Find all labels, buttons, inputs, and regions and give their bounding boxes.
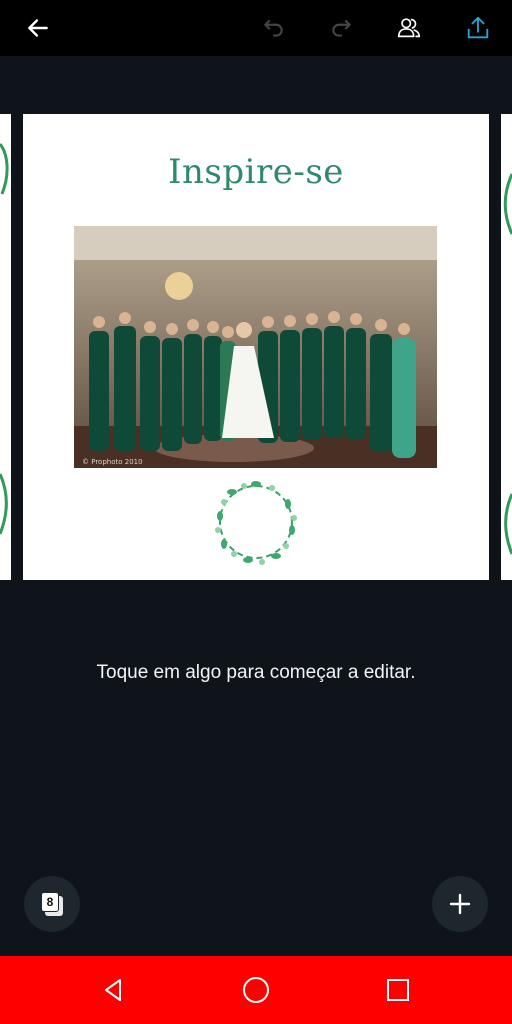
edit-hint-text: Toque em algo para começar a editar. [96,662,416,683]
design-title[interactable]: Inspire-se [23,152,489,192]
system-navigation-bar [0,956,512,1024]
back-button[interactable] [18,8,58,48]
people-icon [397,18,421,38]
square-recents-icon [387,979,409,1001]
circle-home-icon [243,977,269,1003]
floral-wreath-icon[interactable] [208,474,304,570]
leaf-decoration-icon [0,143,9,535]
redo-button[interactable] [322,8,362,48]
redo-icon [332,19,352,37]
design-page[interactable]: Inspire-se © Prophoto 2010 [23,114,489,580]
top-toolbar [0,0,512,56]
photo-watermark: © Prophoto 2010 [82,458,143,466]
plus-icon [449,893,471,915]
next-page-preview[interactable] [501,114,512,580]
pages-button[interactable]: 8 [24,876,80,932]
add-button[interactable] [432,876,488,932]
undo-button[interactable] [253,8,293,48]
system-recents-button[interactable] [378,970,418,1010]
system-home-button[interactable] [236,970,276,1010]
arrow-left-icon [28,19,48,37]
bridesmaids-photo[interactable]: © Prophoto 2010 [74,226,437,468]
triangle-back-icon [105,979,121,1001]
pages-icon: 8 [41,892,63,916]
collaborate-button[interactable] [389,8,429,48]
share-button[interactable] [458,8,498,48]
leaf-decoration-icon [503,173,512,555]
upload-icon [467,16,489,39]
undo-icon [263,19,283,37]
system-back-button[interactable] [94,970,134,1010]
photo-image [74,226,437,468]
previous-page-preview[interactable] [0,114,11,580]
page-count: 8 [41,892,59,912]
